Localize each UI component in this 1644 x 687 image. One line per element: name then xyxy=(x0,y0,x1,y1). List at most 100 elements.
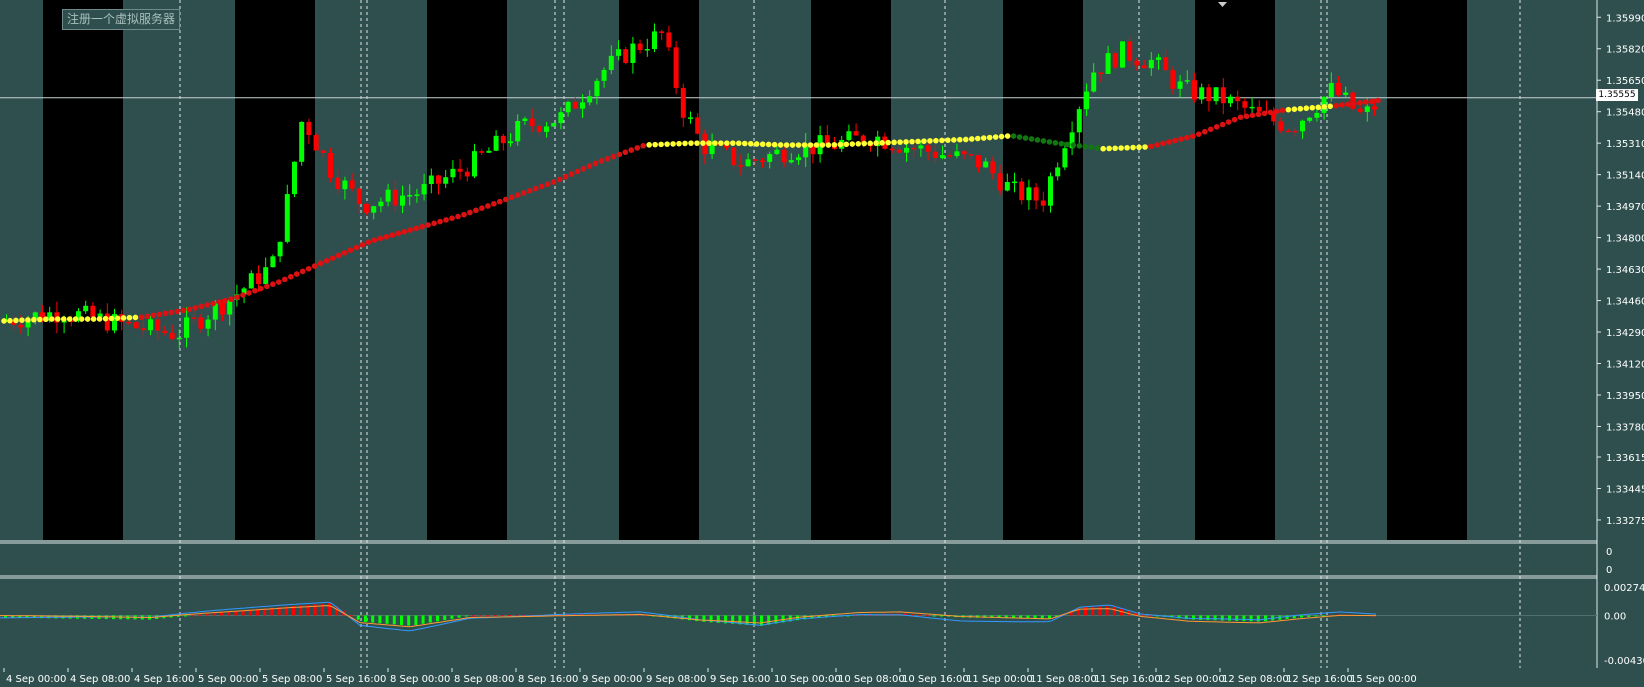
ma-dot xyxy=(347,247,354,253)
virtual-server-button[interactable]: 注册一个虚拟服务器 xyxy=(62,9,181,30)
candle-body xyxy=(356,188,362,205)
macd-bar xyxy=(205,613,209,616)
candle-body xyxy=(1055,167,1061,177)
ma-dot xyxy=(1321,103,1328,110)
ma-dot xyxy=(449,215,455,221)
macd-bar xyxy=(1314,615,1318,617)
ma-dot xyxy=(7,317,13,324)
ma-dot xyxy=(963,136,969,143)
ma-dot xyxy=(532,185,539,192)
ma-dot xyxy=(371,237,378,243)
session-band xyxy=(427,0,507,540)
time-tick-label: 8 Sep 00:00 xyxy=(390,674,450,685)
macd-bar xyxy=(932,615,936,617)
candle-body xyxy=(162,330,168,333)
macd-bar xyxy=(364,615,367,622)
price-tick-label: 1.34460 xyxy=(1606,297,1644,308)
ma-dot xyxy=(855,141,862,147)
ma-dot xyxy=(1190,133,1196,140)
ma-dot xyxy=(574,168,581,175)
ma-dot xyxy=(598,158,605,164)
ma-dot xyxy=(210,300,216,307)
time-tick-label: 9 Sep 00:00 xyxy=(582,674,642,685)
time-tick-label: 4 Sep 00:00 xyxy=(6,674,66,685)
candle-body xyxy=(680,87,686,118)
candle-body xyxy=(781,149,787,163)
candle-body xyxy=(954,151,960,157)
ma-dot xyxy=(431,220,437,227)
candle-body xyxy=(248,273,254,289)
macd-bar xyxy=(1242,615,1246,622)
macd-bar xyxy=(1033,615,1037,619)
macd-bar xyxy=(1040,615,1044,619)
candle-body xyxy=(1163,57,1169,71)
candle-body xyxy=(400,195,405,206)
candle-body xyxy=(421,184,427,195)
ma-dot xyxy=(1166,139,1172,145)
candle-body xyxy=(1357,108,1363,112)
ma-dot xyxy=(1303,105,1310,112)
ma-dot xyxy=(246,290,252,296)
candle-body xyxy=(796,157,801,161)
macd-bar xyxy=(356,615,360,620)
ma-dot xyxy=(485,203,491,209)
ma-dot xyxy=(1154,142,1160,148)
ma-dot xyxy=(60,316,67,322)
price-tick-label: 1.33780 xyxy=(1606,422,1644,433)
candle-body xyxy=(1177,81,1183,89)
ma-dot xyxy=(658,141,664,148)
time-tick-label: 10 Sep 08:00 xyxy=(838,674,905,685)
ma-dot xyxy=(1201,128,1208,135)
macd-bar xyxy=(1235,615,1239,621)
ma-dot xyxy=(1291,106,1298,112)
ma-dot xyxy=(90,316,97,322)
candle-body xyxy=(1170,70,1176,89)
candle-body xyxy=(277,241,283,257)
ma-dot xyxy=(891,139,897,146)
candle-body xyxy=(1120,41,1125,68)
candle-body xyxy=(558,112,564,124)
ma-dot xyxy=(204,302,210,308)
time-tick-label: 12 Sep 08:00 xyxy=(1222,674,1289,685)
ma-dot xyxy=(945,137,951,143)
candle-body xyxy=(313,135,319,151)
candle-body xyxy=(738,165,744,167)
candle-body xyxy=(983,161,989,168)
time-tick-label: 11 Sep 16:00 xyxy=(1094,674,1161,685)
ma-dot xyxy=(927,138,933,144)
ma-dot xyxy=(1034,137,1041,143)
candle-body xyxy=(371,206,377,213)
candle-body xyxy=(1228,96,1233,104)
time-tick-label: 9 Sep 08:00 xyxy=(646,674,706,685)
macd-bar xyxy=(234,611,238,616)
ma-dot xyxy=(240,292,246,298)
candle-body xyxy=(349,180,355,189)
candle-body xyxy=(464,171,470,177)
candle-body xyxy=(688,117,693,119)
candle-body xyxy=(1343,92,1349,95)
candle-body xyxy=(140,328,146,331)
ma-dot xyxy=(1118,145,1124,151)
ma-dot xyxy=(1375,97,1381,104)
ma-dot xyxy=(1219,121,1226,128)
candle-body xyxy=(925,145,931,152)
price-tick-label: 1.34970 xyxy=(1606,202,1644,213)
candle-body xyxy=(1235,96,1241,102)
candle-body xyxy=(428,175,434,185)
ma-dot xyxy=(1261,110,1268,117)
time-tick-label: 10 Sep 00:00 xyxy=(774,674,841,685)
ma-dot xyxy=(1249,112,1256,119)
ma-dot xyxy=(676,140,682,147)
ma-dot xyxy=(801,142,808,148)
macd-bar xyxy=(486,615,490,617)
current-price-label: 1.35555 xyxy=(1596,89,1638,101)
ma-dot xyxy=(652,141,658,148)
ma-dot xyxy=(980,135,987,141)
ma-dot xyxy=(96,316,103,322)
ma-dot xyxy=(491,200,497,207)
candle-body xyxy=(1098,72,1104,75)
macd-tick-label: -0.004302 xyxy=(1604,656,1644,667)
indicator-tick-label: 0 xyxy=(1606,547,1612,558)
ma-dot xyxy=(419,223,425,230)
ma-dot xyxy=(514,192,521,198)
